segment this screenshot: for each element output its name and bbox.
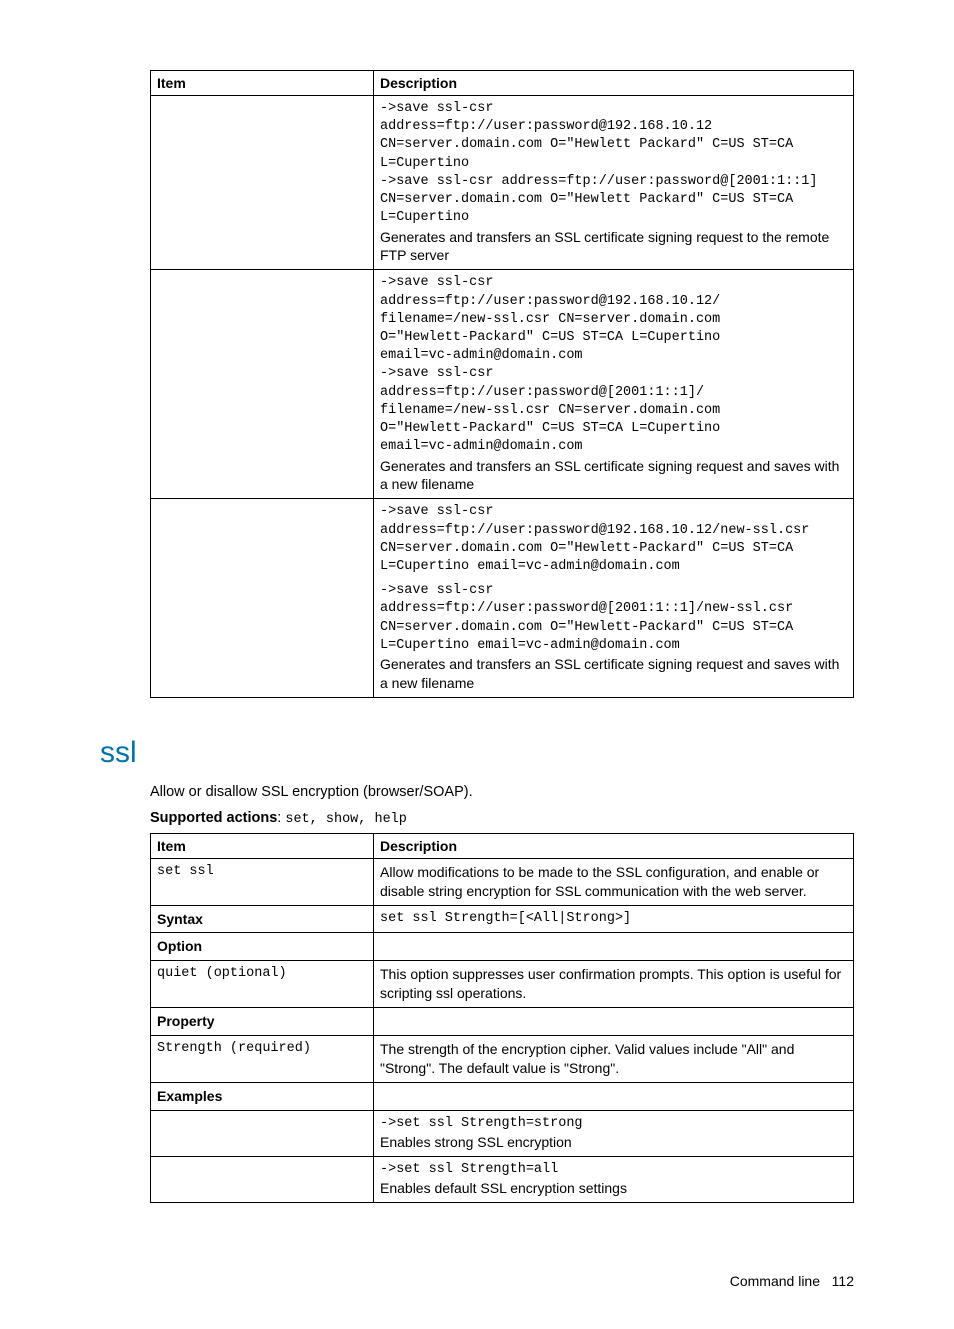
table-row: set ssl Allow modifications to be made t… xyxy=(151,858,854,905)
table-row: Syntax set ssl Strength=[<All|Strong>] xyxy=(151,905,854,933)
cell-desc: This option suppresses user confirmation… xyxy=(374,961,854,1008)
table-row: ->save ssl-csr address=ftp://user:passwo… xyxy=(151,270,854,499)
description-text: Enables default SSL encryption settings xyxy=(380,1179,847,1198)
supported-actions: Supported actions: set, show, help xyxy=(150,810,854,827)
table-row: Option xyxy=(151,933,854,961)
th-desc: Description xyxy=(374,71,854,96)
supported-actions-value: set, show, help xyxy=(285,812,407,827)
th-item: Item xyxy=(151,833,374,858)
table-ssl-command: Item Description set ssl Allow modificat… xyxy=(150,833,854,1203)
cell-item-syntax: Syntax xyxy=(151,905,374,933)
cell-item xyxy=(151,270,374,499)
table-row: Property xyxy=(151,1008,854,1036)
code-block: ->save ssl-csr address=ftp://user:passwo… xyxy=(380,274,847,456)
cell-item-property: Property xyxy=(151,1008,374,1036)
cell-item xyxy=(151,1110,374,1156)
description-text: Generates and transfers an SSL certifica… xyxy=(380,655,847,693)
cell-desc: ->save ssl-csr address=ftp://user:passwo… xyxy=(374,270,854,499)
cell-desc: Allow modifications to be made to the SS… xyxy=(374,858,854,905)
code-block: ->save ssl-csr address=ftp://user:passwo… xyxy=(380,100,847,228)
footer-label: Command line xyxy=(730,1273,820,1289)
cell-desc xyxy=(374,1008,854,1036)
table-ssl-csr-examples: Item Description ->save ssl-csr address=… xyxy=(150,70,854,698)
cell-desc: ->save ssl-csr address=ftp://user:passwo… xyxy=(374,96,854,270)
th-desc: Description xyxy=(374,833,854,858)
th-item: Item xyxy=(151,71,374,96)
cell-item: quiet (optional) xyxy=(151,961,374,1008)
table-row: ->save ssl-csr address=ftp://user:passwo… xyxy=(151,499,854,698)
code-block: ->save ssl-csr address=ftp://user:passwo… xyxy=(380,582,847,655)
section-intro: Allow or disallow SSL encryption (browse… xyxy=(150,784,854,800)
cell-desc xyxy=(374,933,854,961)
cell-desc xyxy=(374,1082,854,1110)
code-block: ->set ssl Strength=strong xyxy=(380,1115,847,1133)
page-footer: Command line 112 xyxy=(100,1273,854,1289)
description-text: Generates and transfers an SSL certifica… xyxy=(380,228,847,266)
cell-item xyxy=(151,499,374,698)
supported-actions-label: Supported actions xyxy=(150,810,277,826)
table-row: quiet (optional) This option suppresses … xyxy=(151,961,854,1008)
table-row: ->set ssl Strength=all Enables default S… xyxy=(151,1156,854,1202)
table-row: Examples xyxy=(151,1082,854,1110)
footer-page-number: 112 xyxy=(832,1273,854,1289)
cell-item-examples: Examples xyxy=(151,1082,374,1110)
cell-desc: The strength of the encryption cipher. V… xyxy=(374,1036,854,1083)
cell-desc: set ssl Strength=[<All|Strong>] xyxy=(374,905,854,933)
code-block: ->set ssl Strength=all xyxy=(380,1161,847,1179)
cell-desc: ->save ssl-csr address=ftp://user:passwo… xyxy=(374,499,854,698)
code-block: ->save ssl-csr address=ftp://user:passwo… xyxy=(380,503,847,576)
cell-item: Strength (required) xyxy=(151,1036,374,1083)
cell-item: set ssl xyxy=(151,858,374,905)
table-row: ->set ssl Strength=strong Enables strong… xyxy=(151,1110,854,1156)
cell-item-option: Option xyxy=(151,933,374,961)
section-title-ssl: ssl xyxy=(100,736,854,770)
cell-item xyxy=(151,96,374,270)
cell-item xyxy=(151,1156,374,1202)
table-row: Strength (required) The strength of the … xyxy=(151,1036,854,1083)
description-text: Enables strong SSL encryption xyxy=(380,1133,847,1152)
table-row: ->save ssl-csr address=ftp://user:passwo… xyxy=(151,96,854,270)
cell-desc: ->set ssl Strength=strong Enables strong… xyxy=(374,1110,854,1156)
description-text: Generates and transfers an SSL certifica… xyxy=(380,457,847,495)
cell-desc: ->set ssl Strength=all Enables default S… xyxy=(374,1156,854,1202)
